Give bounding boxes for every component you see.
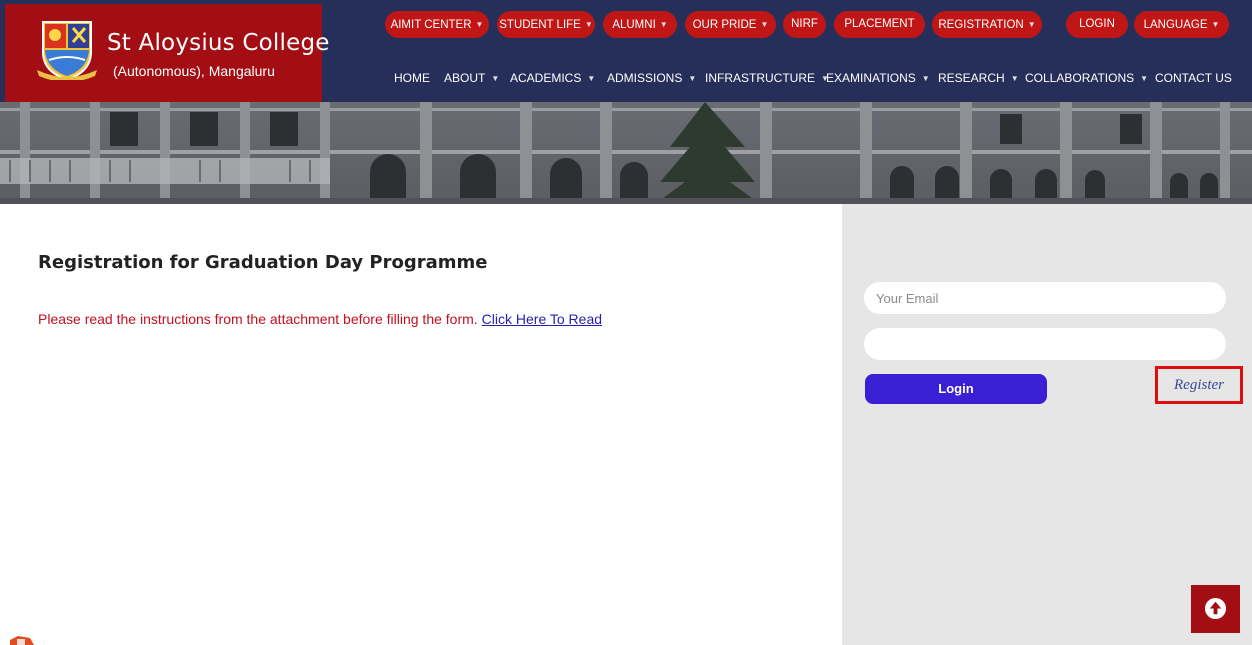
- read-instructions-link[interactable]: Click Here To Read: [482, 311, 602, 327]
- top-nav-label: PLACEMENT: [844, 18, 915, 30]
- top-nav-registration[interactable]: REGISTRATION ▼: [932, 11, 1042, 38]
- top-nav-label: NIRF: [791, 18, 818, 30]
- nav-academics[interactable]: ACADEMICS ▼: [510, 69, 595, 88]
- nav-label: ABOUT: [444, 71, 486, 85]
- college-name: St Aloysius College: [107, 30, 330, 56]
- nav-label: ACADEMICS: [510, 71, 582, 85]
- nav-contact-us[interactable]: CONTACT US: [1155, 69, 1232, 87]
- nav-examinations[interactable]: EXAMINATIONS ▼: [826, 69, 930, 88]
- register-link[interactable]: Register: [1155, 366, 1243, 404]
- nav-label: HOME: [394, 71, 430, 85]
- top-nav-label: ALUMNI: [612, 19, 656, 31]
- chevron-down-icon: ▼: [1027, 20, 1036, 29]
- nav-label: EXAMINATIONS: [826, 71, 916, 85]
- chevron-down-icon: ▼: [1211, 20, 1220, 29]
- chevron-down-icon: ▼: [921, 74, 930, 83]
- nav-research[interactable]: RESEARCH ▼: [938, 69, 1019, 88]
- top-nav-student-life[interactable]: STUDENT LIFE ▼: [497, 11, 595, 38]
- nav-label: RESEARCH: [938, 71, 1005, 85]
- login-button[interactable]: Login: [865, 374, 1047, 404]
- nav-label: ADMISSIONS: [607, 71, 683, 85]
- nav-label: INFRASTRUCTURE: [705, 71, 815, 85]
- chevron-down-icon: ▼: [688, 74, 697, 83]
- nav-infrastructure[interactable]: INFRASTRUCTURE ▼: [705, 69, 829, 88]
- chevron-down-icon: ▼: [475, 20, 484, 29]
- nav-about[interactable]: ABOUT ▼: [444, 69, 499, 88]
- corner-widget-icon[interactable]: [8, 634, 36, 645]
- top-nav-alumni[interactable]: ALUMNI ▼: [603, 11, 677, 38]
- top-nav-aimit-center[interactable]: AIMIT CENTER ▼: [385, 11, 489, 38]
- chevron-down-icon: ▼: [659, 20, 668, 29]
- top-nav-our-pride[interactable]: OUR PRIDE ▼: [685, 11, 776, 38]
- chevron-down-icon: ▼: [491, 74, 500, 83]
- nav-admissions[interactable]: ADMISSIONS ▼: [607, 69, 696, 88]
- arrow-up-circle-icon: [1204, 597, 1227, 620]
- nav-label: CONTACT US: [1155, 71, 1232, 85]
- password-input[interactable]: [864, 328, 1226, 360]
- login-sidebar: Login Register: [842, 204, 1252, 645]
- nav-collaborations[interactable]: COLLABORATIONS ▼: [1025, 69, 1148, 88]
- top-nav-login[interactable]: LOGIN: [1066, 11, 1128, 38]
- back-to-top-button[interactable]: [1191, 585, 1240, 633]
- top-nav-label: STUDENT LIFE: [499, 19, 581, 31]
- top-nav-label: LOGIN: [1079, 18, 1115, 30]
- chevron-down-icon: ▼: [760, 20, 769, 29]
- email-input[interactable]: [864, 282, 1226, 314]
- top-nav-language[interactable]: LANGUAGE ▼: [1134, 11, 1229, 38]
- page-title: Registration for Graduation Day Programm…: [38, 252, 488, 273]
- chevron-down-icon: ▼: [1140, 74, 1149, 83]
- top-nav-label: AIMIT CENTER: [390, 19, 472, 31]
- chevron-down-icon: ▼: [584, 20, 593, 29]
- chevron-down-icon: ▼: [1010, 74, 1019, 83]
- top-nav-placement[interactable]: PLACEMENT: [834, 11, 925, 38]
- instructions-text: Please read the instructions from the at…: [38, 311, 602, 327]
- campus-banner-image: [0, 102, 1252, 204]
- nav-home[interactable]: HOME: [394, 69, 430, 87]
- site-header: St Aloysius College (Autonomous), Mangal…: [0, 0, 1252, 102]
- logo-block[interactable]: St Aloysius College (Autonomous), Mangal…: [5, 4, 329, 102]
- top-nav-label: OUR PRIDE: [692, 19, 757, 31]
- top-nav-nirf[interactable]: NIRF: [783, 11, 826, 38]
- chevron-down-icon: ▼: [587, 74, 596, 83]
- instructions-message: Please read the instructions from the at…: [38, 311, 478, 327]
- nav-label: COLLABORATIONS: [1025, 71, 1135, 85]
- main-nav: HOME ABOUT ▼ ACADEMICS ▼ ADMISSIONS ▼ INFRA…: [0, 69, 1252, 87]
- top-nav-label: REGISTRATION: [938, 19, 1024, 31]
- top-nav-label: LANGUAGE: [1143, 19, 1208, 31]
